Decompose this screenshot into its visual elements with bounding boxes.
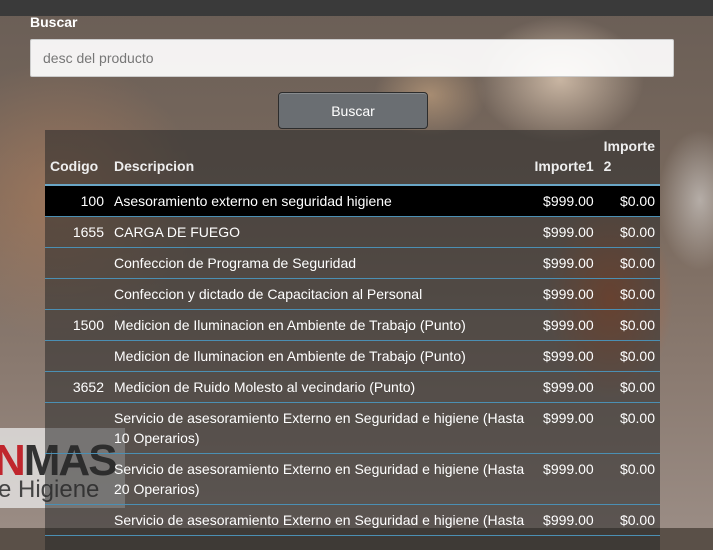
cell-importe1: $999.00 xyxy=(529,247,599,279)
top-bar xyxy=(0,0,713,16)
table-row[interactable]: 100 Asesoramiento externo en seguridad hi… xyxy=(45,185,660,217)
cell-importe1: $999.00 xyxy=(529,278,599,310)
cell-codigo xyxy=(45,247,109,279)
search-input[interactable] xyxy=(30,39,674,77)
cell-descripcion: Servicio de asesoramiento Externo en Seg… xyxy=(109,402,530,454)
column-header-importe1[interactable]: Importe1 xyxy=(529,130,599,186)
cell-importe2: $0.00 xyxy=(598,371,660,403)
cell-importe1: $999.00 xyxy=(529,185,599,217)
table-header-row: Codigo Descripcion Importe1 Importe 2 xyxy=(45,130,660,186)
cell-codigo xyxy=(45,340,109,372)
cell-codigo xyxy=(45,278,109,310)
cell-codigo xyxy=(45,402,109,454)
cell-importe1: $999.00 xyxy=(529,453,599,505)
table-row[interactable]: Confeccion de Programa de Seguridad $999.… xyxy=(45,247,660,279)
cell-descripcion: Asesoramiento externo en seguridad higie… xyxy=(109,185,530,217)
search-button[interactable]: Buscar xyxy=(278,92,428,129)
cell-codigo: 100 xyxy=(45,185,109,217)
table-row[interactable]: Servicio de asesoramiento Externo en Seg… xyxy=(45,453,660,505)
table-row[interactable]: 1500 Medicion de Iluminacion en Ambiente … xyxy=(45,309,660,341)
cell-importe1: $999.00 xyxy=(529,371,599,403)
cell-importe2: $0.00 xyxy=(598,216,660,248)
cell-importe2: $0.00 xyxy=(598,453,660,505)
column-header-importe2[interactable]: Importe 2 xyxy=(598,130,660,186)
cell-importe2: $0.00 xyxy=(598,247,660,279)
cell-descripcion: Confeccion y dictado de Capacitacion al … xyxy=(109,278,530,310)
cell-descripcion: Servicio de asesoramiento Externo en Seg… xyxy=(109,504,530,536)
table-row[interactable]: Servicio de asesoramiento Externo en Seg… xyxy=(45,504,660,536)
cell-descripcion: CARGA DE FUEGO xyxy=(109,216,530,248)
column-header-codigo[interactable]: Codigo xyxy=(45,130,109,186)
table-row[interactable]: Medicion de Iluminacion en Ambiente de T… xyxy=(45,340,660,372)
cell-descripcion: Medicion de Ruido Molesto al vecindario … xyxy=(109,371,530,403)
cell-importe2: $0.00 xyxy=(598,402,660,454)
table-row[interactable]: 3652 Medicion de Ruido Molesto al vecinda… xyxy=(45,371,660,403)
search-label: Buscar xyxy=(30,14,78,30)
cell-importe2: $0.00 xyxy=(598,278,660,310)
cell-importe2: $0.00 xyxy=(598,185,660,217)
cell-importe1: $999.00 xyxy=(529,504,599,536)
cell-codigo xyxy=(45,504,109,536)
cell-importe1: $999.00 xyxy=(529,216,599,248)
cell-descripcion: Medicion de Iluminacion en Ambiente de T… xyxy=(109,309,530,341)
cell-importe2: $0.00 xyxy=(598,309,660,341)
table-row[interactable]: Servicio de asesoramiento Externo en Seg… xyxy=(45,402,660,454)
cell-descripcion: Medicion de Iluminacion en Ambiente de T… xyxy=(109,340,530,372)
cell-codigo: 1500 xyxy=(45,309,109,341)
table-row[interactable]: Confeccion y dictado de Capacitacion al … xyxy=(45,278,660,310)
cell-importe2: $0.00 xyxy=(598,340,660,372)
cell-codigo xyxy=(45,453,109,505)
products-table-container: Codigo Descripcion Importe1 Importe 2 10… xyxy=(45,130,660,550)
cell-descripcion: Servicio de asesoramiento Externo en Seg… xyxy=(109,453,530,505)
cell-codigo: 3652 xyxy=(45,371,109,403)
cell-importe1: $999.00 xyxy=(529,309,599,341)
cell-importe2: $0.00 xyxy=(598,504,660,536)
cell-codigo: 1655 xyxy=(45,216,109,248)
table-row[interactable]: 1655 CARGA DE FUEGO $999.00 $0.00 xyxy=(45,216,660,248)
cell-descripcion: Confeccion de Programa de Seguridad xyxy=(109,247,530,279)
column-header-descripcion[interactable]: Descripcion xyxy=(109,130,530,186)
cell-importe1: $999.00 xyxy=(529,402,599,454)
products-table: Codigo Descripcion Importe1 Importe 2 10… xyxy=(45,130,660,536)
cell-importe1: $999.00 xyxy=(529,340,599,372)
